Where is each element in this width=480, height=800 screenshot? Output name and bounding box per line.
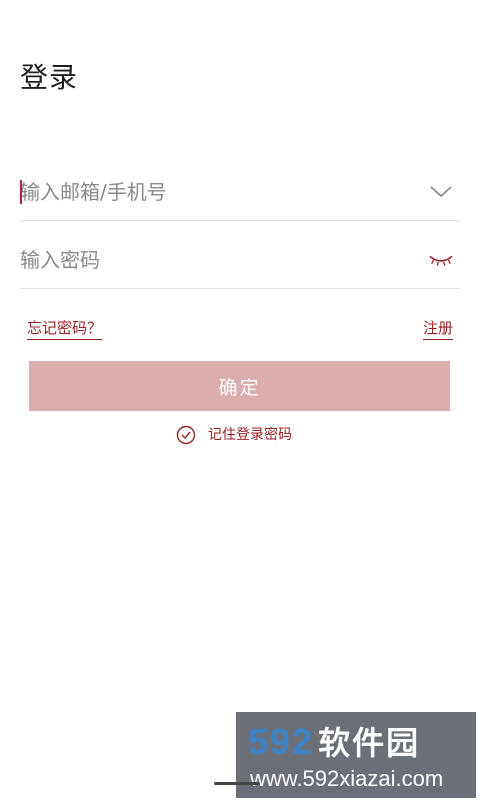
- eye-closed-icon[interactable]: [428, 248, 454, 272]
- account-field: [20, 164, 460, 221]
- page-title: 登录: [20, 61, 79, 94]
- check-circle-icon: [176, 425, 196, 445]
- remember-password-toggle[interactable]: 记住登录密码: [176, 424, 292, 446]
- account-input[interactable]: [20, 164, 410, 220]
- watermark-logo: 592 软件园 www.592xiazai.com: [236, 712, 476, 798]
- forgot-password-link[interactable]: 忘记密码？: [27, 318, 103, 340]
- home-indicator[interactable]: [214, 782, 260, 785]
- watermark-brand: 软件园: [318, 724, 421, 762]
- watermark-url: www.592xiazai.com: [250, 766, 444, 791]
- remember-password-label: 记住登录密码: [208, 427, 292, 443]
- chevron-down-icon[interactable]: [428, 180, 454, 204]
- watermark-digits: 592: [248, 721, 315, 762]
- confirm-button[interactable]: 确定: [29, 361, 450, 411]
- password-input[interactable]: [20, 232, 410, 288]
- password-field: [20, 232, 460, 289]
- text-cursor: [20, 180, 22, 204]
- auth-links: 忘记密码？ 注册: [27, 318, 453, 340]
- register-link[interactable]: 注册: [422, 318, 453, 340]
- watermark-logo-text: 592 软件园: [248, 722, 420, 763]
